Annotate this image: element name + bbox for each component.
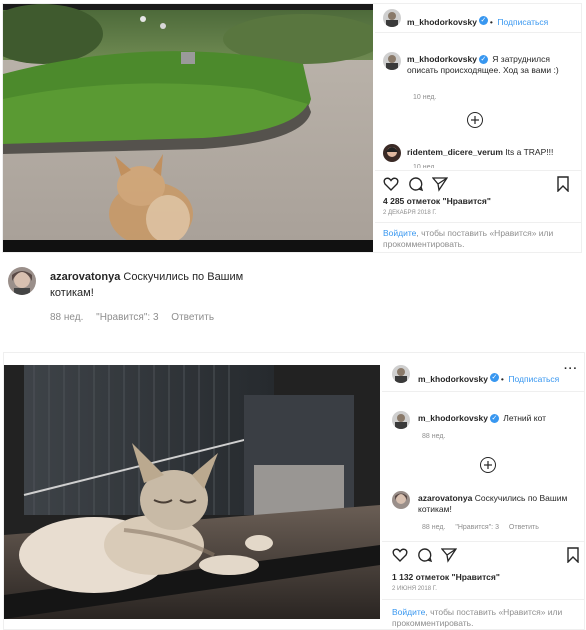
garden-cat-image — [3, 4, 383, 252]
bookmark-icon[interactable] — [566, 547, 580, 563]
bookmark-icon[interactable] — [556, 176, 570, 192]
commenter-avatar[interactable] — [392, 491, 410, 509]
comment-avatar[interactable] — [383, 144, 401, 162]
comment-username[interactable]: m_khodorkovsky — [407, 54, 477, 64]
plus-icon — [471, 116, 479, 124]
comment-likes[interactable]: "Нравится": 3 — [455, 524, 499, 531]
reply-button[interactable]: Ответить — [509, 524, 539, 531]
verified-icon: ✓ — [478, 55, 488, 65]
caption-text: Летний кот — [503, 413, 547, 423]
author-username[interactable]: m_khodorkovsky — [418, 374, 488, 384]
login-link[interactable]: Войдите — [383, 228, 416, 238]
comment-time: 88 нед. — [422, 524, 446, 531]
comment-time: 88 нед. — [50, 312, 84, 323]
comment-username[interactable]: ridentem_dicere_verum — [407, 147, 503, 157]
actions-divider — [375, 170, 581, 171]
header-divider — [375, 32, 581, 33]
like-heart-icon[interactable] — [392, 547, 408, 563]
likes-count[interactable]: 1 132 отметок "Нравится" — [392, 572, 500, 582]
follow-button[interactable]: Подписаться — [497, 17, 548, 27]
author-avatar[interactable] — [383, 9, 401, 27]
comment-likes[interactable]: "Нравится": 3 — [96, 312, 158, 323]
login-divider — [375, 222, 581, 223]
post-1: m_khodorkovsky ✓ • Подписаться m_khodorkov… — [2, 3, 582, 253]
login-link[interactable]: Войдите — [392, 607, 425, 617]
comment-avatar[interactable] — [383, 52, 401, 70]
comment-bubble-icon[interactable] — [408, 176, 424, 192]
post-1-side-panel: m_khodorkovsky ✓ • Подписаться m_khodorkov… — [375, 4, 581, 252]
plus-icon — [484, 461, 492, 469]
comment-text-line2: котикам! — [50, 287, 94, 299]
more-options-icon[interactable]: ··· — [564, 363, 578, 375]
post-2-photo[interactable] — [4, 365, 380, 619]
like-heart-icon[interactable] — [383, 176, 399, 192]
share-send-icon[interactable] — [441, 547, 457, 563]
comment-time: 10 нед. — [413, 164, 437, 168]
verified-icon: ✓ — [478, 16, 488, 26]
actions-divider — [382, 541, 584, 542]
post-date: 2 ДЕКАБРЯ 2018 Г. — [383, 210, 437, 216]
comment-time: 10 нед. — [413, 94, 437, 101]
verified-icon: ✓ — [489, 414, 499, 424]
standalone-comment: azarovatonya Соскучились по Вашим котика… — [0, 254, 586, 344]
share-send-icon[interactable] — [432, 176, 448, 192]
commenter-username[interactable]: azarovatonya — [50, 271, 120, 283]
caption-avatar[interactable] — [392, 411, 410, 429]
post-2: m_khodorkovsky ✓ • Подписаться ··· m_khodo… — [3, 352, 585, 630]
post-2-side-panel: m_khodorkovsky ✓ • Подписаться ··· m_khodo… — [382, 353, 584, 629]
load-more-comments-button[interactable] — [480, 457, 496, 473]
author-username[interactable]: m_khodorkovsky — [407, 17, 477, 27]
comment-text: Its a TRAP!!! — [505, 147, 554, 157]
load-more-comments-button[interactable] — [467, 112, 483, 128]
reply-button[interactable]: Ответить — [171, 312, 214, 323]
window-cat-image — [4, 365, 380, 619]
comment-text-line1: Соскучились по Вашим — [123, 271, 244, 283]
caption-time: 88 нед. — [422, 433, 446, 440]
post-date: 2 ИЮНЯ 2018 Г. — [392, 586, 437, 592]
commenter-avatar[interactable] — [8, 267, 36, 295]
comment-bubble-icon[interactable] — [417, 547, 433, 563]
login-divider — [382, 599, 584, 600]
commenter-username[interactable]: azarovatonya — [418, 493, 472, 503]
likes-count[interactable]: 4 285 отметок "Нравится" — [383, 196, 491, 206]
caption-username[interactable]: m_khodorkovsky — [418, 413, 488, 423]
post-1-photo[interactable] — [3, 4, 383, 252]
follow-button[interactable]: Подписаться — [508, 374, 559, 384]
author-avatar[interactable] — [392, 365, 410, 383]
header-divider — [382, 391, 584, 392]
verified-icon: ✓ — [489, 373, 499, 383]
